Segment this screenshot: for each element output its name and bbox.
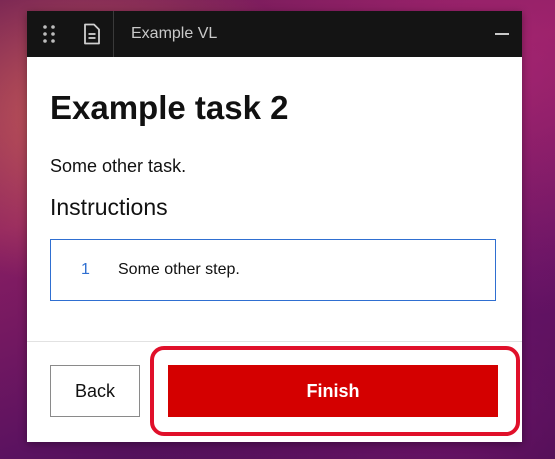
task-window: Example VL Example task 2 Some other tas… — [27, 11, 522, 442]
window-title: Example VL — [131, 25, 218, 42]
title-bar[interactable]: Example VL — [27, 11, 522, 57]
back-button[interactable]: Back — [50, 365, 140, 417]
drag-grid-icon[interactable] — [27, 11, 70, 57]
task-description: Some other task. — [50, 156, 187, 176]
minimize-icon[interactable] — [482, 11, 522, 57]
footer-divider — [27, 341, 522, 342]
instructions-heading: Instructions — [50, 194, 168, 220]
step-number: 1 — [81, 261, 90, 278]
finish-button[interactable]: Finish — [168, 365, 498, 417]
step-item[interactable]: 1 Some other step. — [50, 239, 496, 301]
document-icon[interactable] — [70, 11, 113, 57]
task-title: Example task 2 — [50, 89, 289, 126]
step-text: Some other step. — [118, 261, 240, 278]
title-bar-divider — [113, 11, 114, 57]
